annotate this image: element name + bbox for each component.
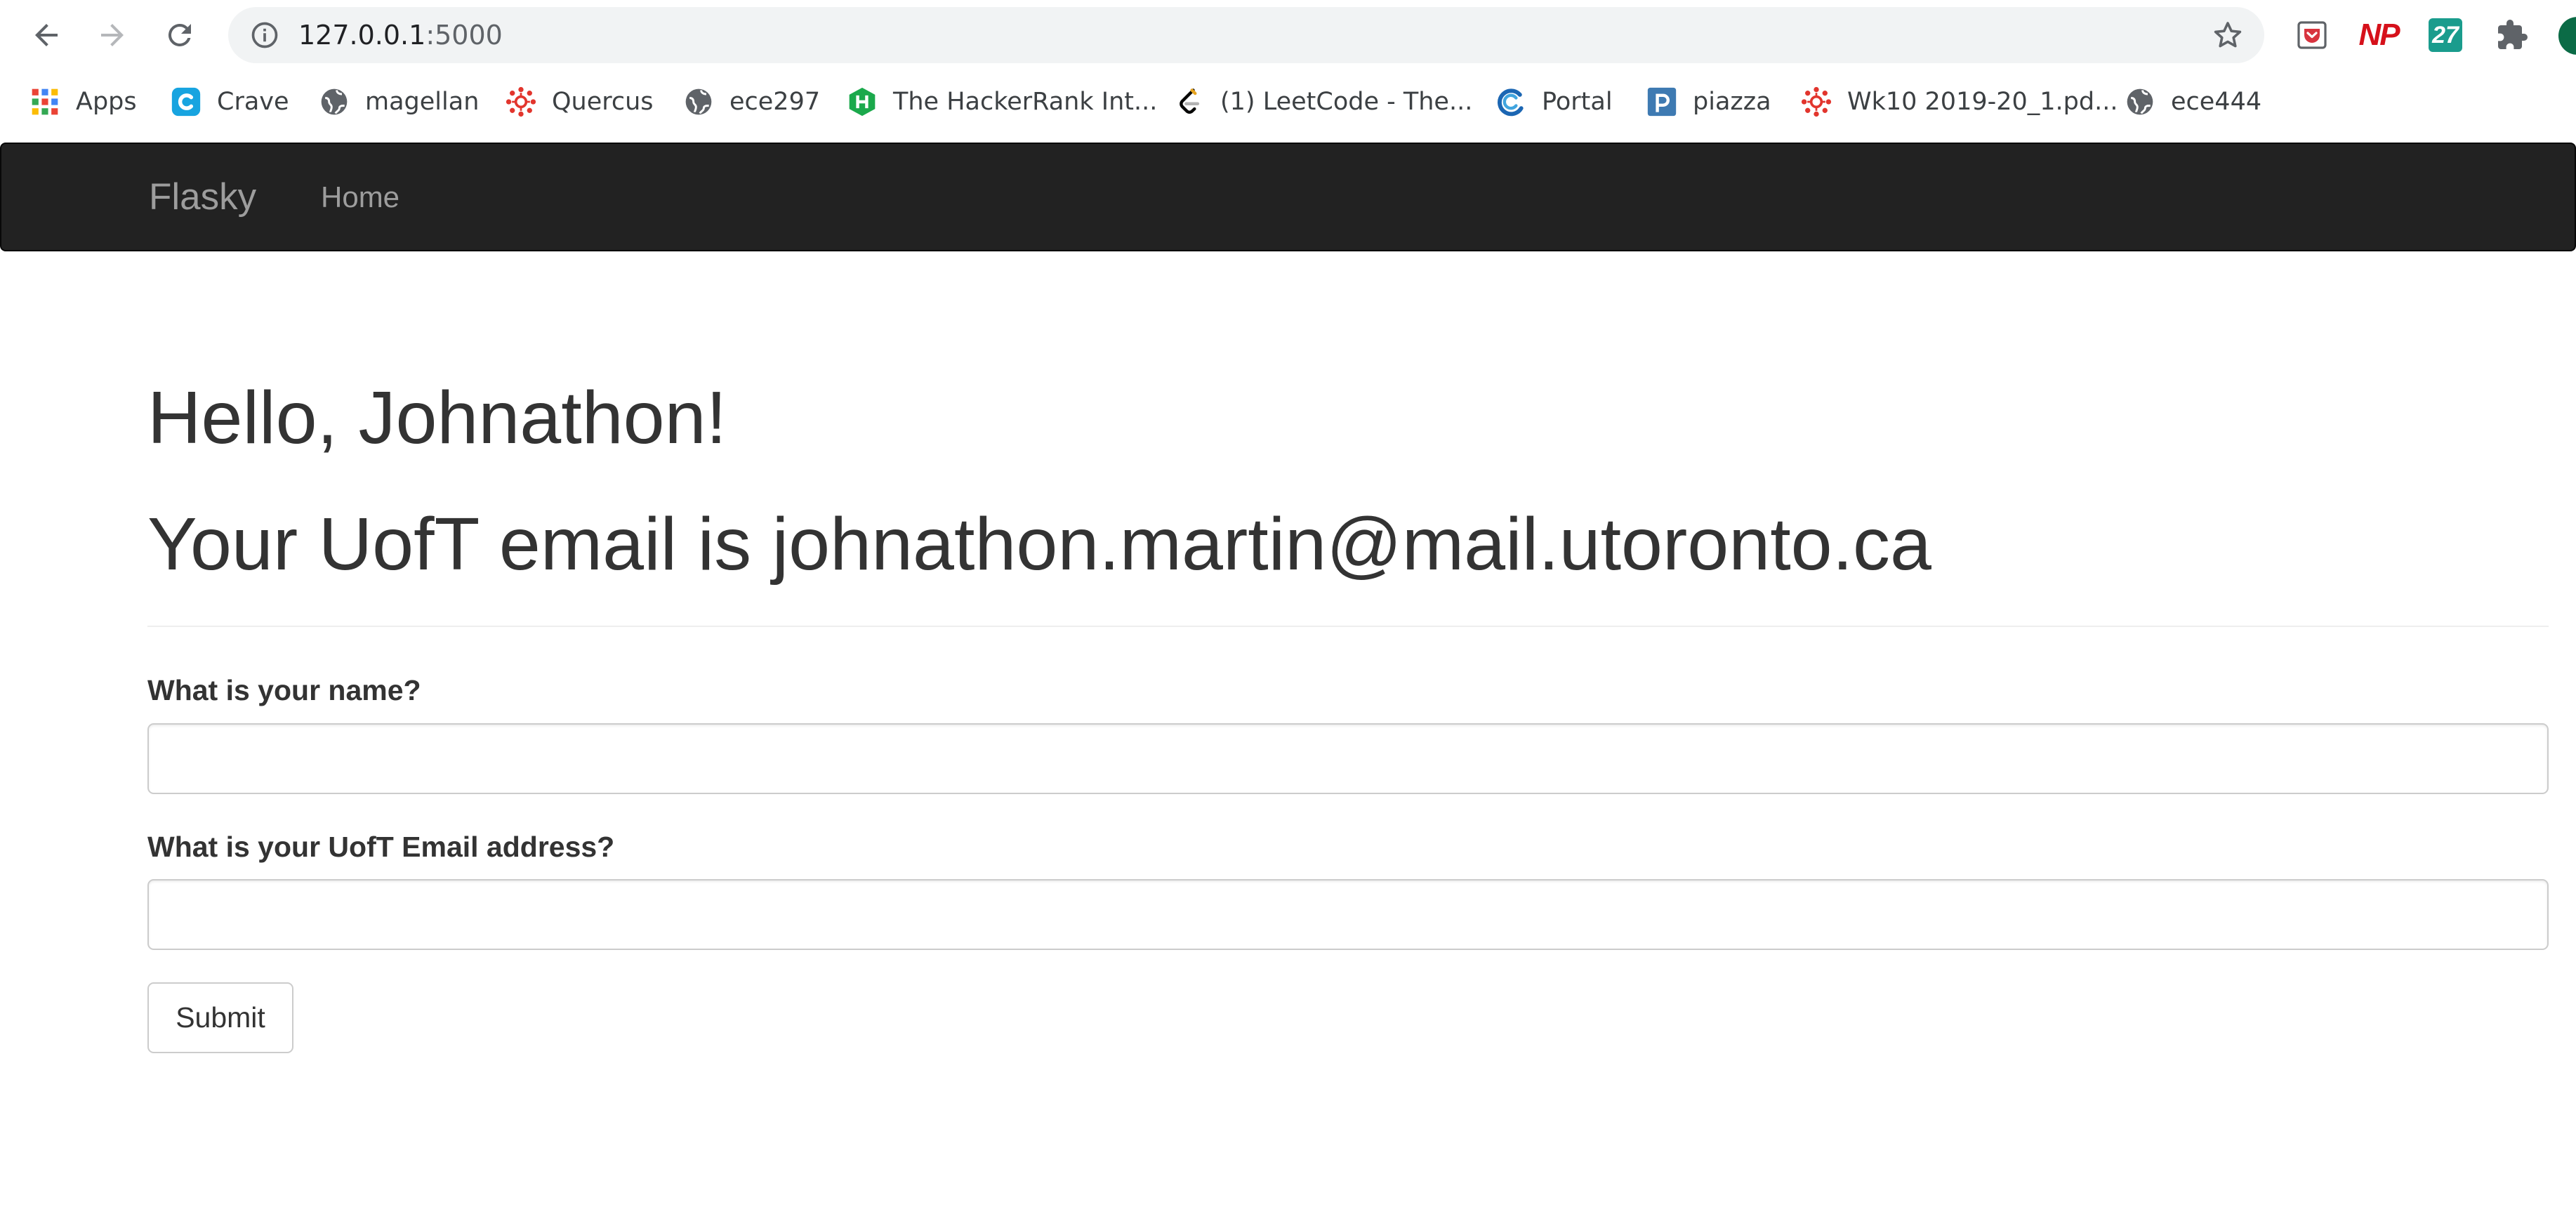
badge-extension-label: 27 [2432,21,2459,48]
bookmark-crave[interactable]: Crave [171,70,289,133]
bookmark-piazza[interactable]: piazza [1646,70,1771,133]
puzzle-icon [2498,20,2528,49]
profile-avatar[interactable] [2558,17,2576,55]
bookmark-label: (1) LeetCode - The... [1220,88,1473,116]
forward-button[interactable] [93,15,132,55]
bookmark-wk10[interactable]: Wk10 2019-20_1.pd... [1801,70,2118,133]
forward-arrow-icon [101,24,124,46]
name-field-label: What is your name? [147,674,421,706]
globe-icon [2125,86,2155,117]
hackerrank-icon [847,86,878,117]
bookmark-label: Crave [217,88,289,116]
bookmark-leetcode[interactable]: (1) LeetCode - The... [1174,70,1472,133]
url-port: :5000 [425,20,503,51]
bookmark-label: Apps [76,88,137,116]
apps-grid-icon [29,86,60,117]
submit-button[interactable]: Submit [147,982,293,1053]
email-input[interactable] [147,879,2549,950]
back-button[interactable] [27,15,66,55]
bookmark-hackerrank[interactable]: The HackerRank Int... [847,70,1157,133]
leetcode-icon [1174,86,1205,117]
pocket-extension[interactable] [2292,15,2332,55]
bookmark-portal[interactable]: Portal [1495,70,1613,133]
site-navbar: Flasky Home [0,143,2576,251]
bookmark-label: magellan [365,88,480,116]
pocket-icon [2297,21,2327,49]
info-icon[interactable] [249,20,280,51]
extensions-button[interactable] [2492,15,2532,55]
url-text[interactable]: 127.0.0.1:5000 [298,7,503,63]
quercus-icon [1801,86,1832,117]
bookmark-magellan[interactable]: magellan [319,70,479,133]
badge-extension[interactable]: 27 [2426,15,2465,55]
bookmark-ece444[interactable]: ece444 [2125,70,2261,133]
name-input[interactable] [147,723,2549,794]
bookmark-label: piazza [1693,88,1771,116]
np-extension[interactable]: NP [2358,15,2400,55]
bookmark-label: ece297 [729,88,821,116]
globe-icon [319,86,350,117]
divider [147,626,2549,627]
browser-window: 127.0.0.1:5000 NP 27 Apps Crave magellan… [0,0,2576,1207]
nav-link-home[interactable]: Home [321,144,399,250]
bookmark-ece297[interactable]: ece297 [683,70,820,133]
globe-icon [683,86,714,117]
bookmark-label: ece444 [2171,88,2262,116]
bookmark-label: Quercus [552,88,654,116]
bookmark-label: The HackerRank Int... [893,88,1158,116]
bookmarks-bar: Apps Crave magellan Quercus ece297 The H… [0,70,2576,133]
reload-icon [168,23,191,46]
bookmark-apps[interactable]: Apps [29,70,137,133]
address-bar[interactable]: 127.0.0.1:5000 [228,7,2264,63]
crave-icon [171,86,202,117]
url-host: 127.0.0.1 [298,20,426,51]
quercus-icon [506,86,536,117]
bookmark-quercus[interactable]: Quercus [506,70,654,133]
piazza-icon [1646,86,1677,117]
bookmark-label: Wk10 2019-20_1.pd... [1847,88,2118,116]
reload-button[interactable] [160,15,199,55]
email-field-label: What is your UofT Email address? [147,831,615,863]
star-icon[interactable] [2211,18,2245,52]
browser-toolbar: 127.0.0.1:5000 NP 27 [0,0,2576,70]
badge-extension-icon: 27 [2429,18,2462,52]
back-arrow-icon [35,24,58,46]
email-heading: Your UofT email is johnathon.martin@mail… [147,503,1931,586]
greeting-heading: Hello, Johnathon! [147,376,727,459]
bookmark-label: Portal [1542,88,1613,116]
portal-icon [1495,86,1526,117]
np-extension-label: NP [2358,18,2400,52]
navbar-brand[interactable]: Flasky [149,144,256,250]
